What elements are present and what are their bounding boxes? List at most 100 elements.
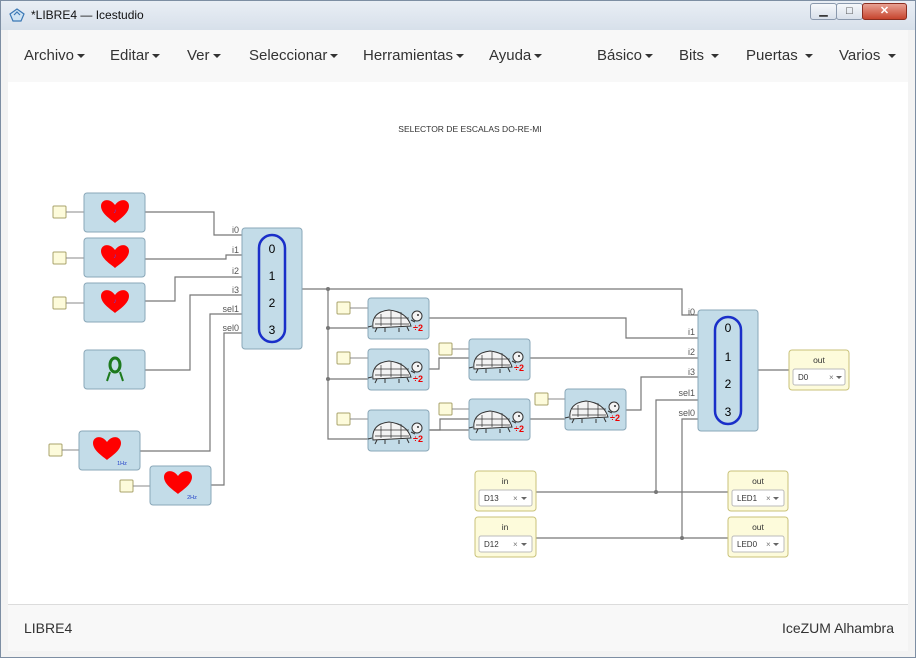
- heart-label: 2Hz: [187, 495, 197, 501]
- divider-label: ÷2: [413, 434, 423, 444]
- divider-block[interactable]: ÷2: [468, 338, 531, 381]
- port-label: sel1: [678, 388, 695, 398]
- heart-block[interactable]: ♪: [83, 282, 146, 323]
- chevron-down-icon: [711, 54, 720, 59]
- mux-number: 1: [725, 350, 732, 364]
- io-title: in: [502, 476, 509, 486]
- input-block-d13[interactable]: in D13 ×: [474, 470, 537, 512]
- mux-number: 0: [269, 242, 276, 256]
- mux-number: 0: [725, 321, 732, 335]
- heart-block-2hz[interactable]: 2Hz: [149, 465, 212, 506]
- io-title: out: [752, 522, 764, 532]
- port-label: i2: [232, 266, 239, 276]
- heart-block[interactable]: ♪: [83, 192, 146, 233]
- param-square[interactable]: [336, 412, 351, 426]
- minimize-icon: ▁: [819, 5, 828, 17]
- menu-basico[interactable]: Básico: [597, 47, 654, 64]
- ring-block[interactable]: [83, 349, 146, 390]
- divider-block[interactable]: ÷2: [564, 388, 627, 431]
- chevron-down-icon: [330, 54, 339, 59]
- port-label: sel1: [222, 304, 239, 314]
- maximize-icon: □: [846, 5, 853, 17]
- heart-block-1hz[interactable]: 1Hz: [78, 430, 141, 471]
- project-name: LIBRE4: [24, 620, 73, 636]
- port-label: sel0: [678, 408, 695, 418]
- status-bar: LIBRE4 IceZUM Alhambra: [8, 604, 908, 651]
- window-title: *LIBRE4 — Icestudio: [31, 8, 144, 22]
- mux-block-2[interactable]: 0 1 2 3: [697, 309, 759, 432]
- minimize-button[interactable]: ▁: [810, 3, 837, 20]
- heart-label: 1Hz: [117, 461, 127, 467]
- mux-block-1[interactable]: 0 1 2 3: [241, 227, 303, 350]
- param-square[interactable]: [336, 301, 351, 315]
- chevron-down-icon: [887, 54, 896, 59]
- port-label: i2: [688, 347, 695, 357]
- divider-block[interactable]: ÷2: [367, 409, 430, 452]
- chevron-down-icon: [77, 54, 86, 59]
- port-label: sel0: [222, 323, 239, 333]
- divider-block[interactable]: ÷2: [468, 398, 531, 441]
- menu-ver[interactable]: Ver: [187, 47, 221, 64]
- io-title: in: [502, 522, 509, 532]
- menu-puertas[interactable]: Puertas: [746, 47, 813, 64]
- output-block-d0[interactable]: out D0 ×: [788, 349, 850, 391]
- circuit-diagram: SELECTOR DE ESCALAS DO-RE-MI ♪ ♪ ♪ 1Hz 2…: [48, 124, 850, 558]
- mux-number: 2: [725, 377, 732, 391]
- mux1-port-labels: i0 i1 i2 i3 sel1 sel0: [222, 225, 239, 333]
- menu-varios[interactable]: Varios: [839, 47, 896, 64]
- divider-label: ÷2: [514, 363, 524, 373]
- param-square[interactable]: [48, 443, 63, 457]
- param-square[interactable]: [52, 205, 67, 219]
- circuit-comment: SELECTOR DE ESCALAS DO-RE-MI: [398, 124, 541, 134]
- input-block-d12[interactable]: in D12 ×: [474, 516, 537, 558]
- param-square[interactable]: [438, 402, 453, 416]
- clear-icon[interactable]: ×: [829, 373, 834, 382]
- divider-block[interactable]: ÷2: [367, 348, 430, 391]
- clear-icon[interactable]: ×: [766, 540, 771, 549]
- param-square[interactable]: [52, 296, 67, 310]
- clear-icon[interactable]: ×: [766, 494, 771, 503]
- param-square[interactable]: [534, 392, 549, 406]
- output-block-led1[interactable]: out LED1 ×: [727, 470, 789, 512]
- divider-label: ÷2: [610, 413, 620, 423]
- divider-block[interactable]: ÷2: [367, 297, 430, 340]
- menu-editar[interactable]: Editar: [110, 47, 161, 64]
- pin-value: LED1: [737, 494, 758, 503]
- port-label: i0: [232, 225, 239, 235]
- io-title: out: [813, 355, 825, 365]
- pin-value: D0: [798, 373, 809, 382]
- port-label: i1: [232, 245, 239, 255]
- app-window: *LIBRE4 — Icestudio ▁ □ ✕ Archivo Editar…: [0, 0, 916, 658]
- output-block-led0[interactable]: out LED0 ×: [727, 516, 789, 558]
- chevron-down-icon: [804, 54, 813, 59]
- mux2-port-labels: i0 i1 i2 i3 sel1 sel0: [678, 307, 695, 418]
- param-square[interactable]: [52, 251, 67, 265]
- menu-ayuda[interactable]: Ayuda: [489, 47, 543, 64]
- maximize-button[interactable]: □: [836, 3, 863, 20]
- icestudio-logo-icon: [9, 8, 25, 22]
- param-square[interactable]: [438, 342, 453, 356]
- pin-value: LED0: [737, 540, 758, 549]
- param-square[interactable]: [336, 351, 351, 365]
- heart-block[interactable]: ♪: [83, 237, 146, 278]
- divider-label: ÷2: [514, 424, 524, 434]
- board-name[interactable]: IceZUM Alhambra: [782, 620, 894, 636]
- menu-archivo[interactable]: Archivo: [24, 47, 86, 64]
- io-title: out: [752, 476, 764, 486]
- heart-freq-mark: ♪: [113, 253, 117, 260]
- clear-icon[interactable]: ×: [513, 540, 518, 549]
- clear-icon[interactable]: ×: [513, 494, 518, 503]
- design-canvas[interactable]: SELECTOR DE ESCALAS DO-RE-MI ♪ ♪ ♪ 1Hz 2…: [8, 82, 908, 604]
- menu-seleccionar[interactable]: Seleccionar: [249, 47, 339, 64]
- title-bar: *LIBRE4 — Icestudio ▁ □ ✕: [1, 1, 915, 30]
- pin-value: D12: [484, 540, 499, 549]
- close-button[interactable]: ✕: [862, 3, 907, 20]
- port-label: i1: [688, 327, 695, 337]
- mux-number: 3: [269, 323, 276, 337]
- menu-bits[interactable]: Bits: [679, 47, 720, 64]
- param-square[interactable]: [119, 479, 134, 493]
- divider-label: ÷2: [413, 374, 423, 384]
- menu-herramientas[interactable]: Herramientas: [363, 47, 465, 64]
- mux-number: 2: [269, 296, 276, 310]
- port-label: i3: [688, 367, 695, 377]
